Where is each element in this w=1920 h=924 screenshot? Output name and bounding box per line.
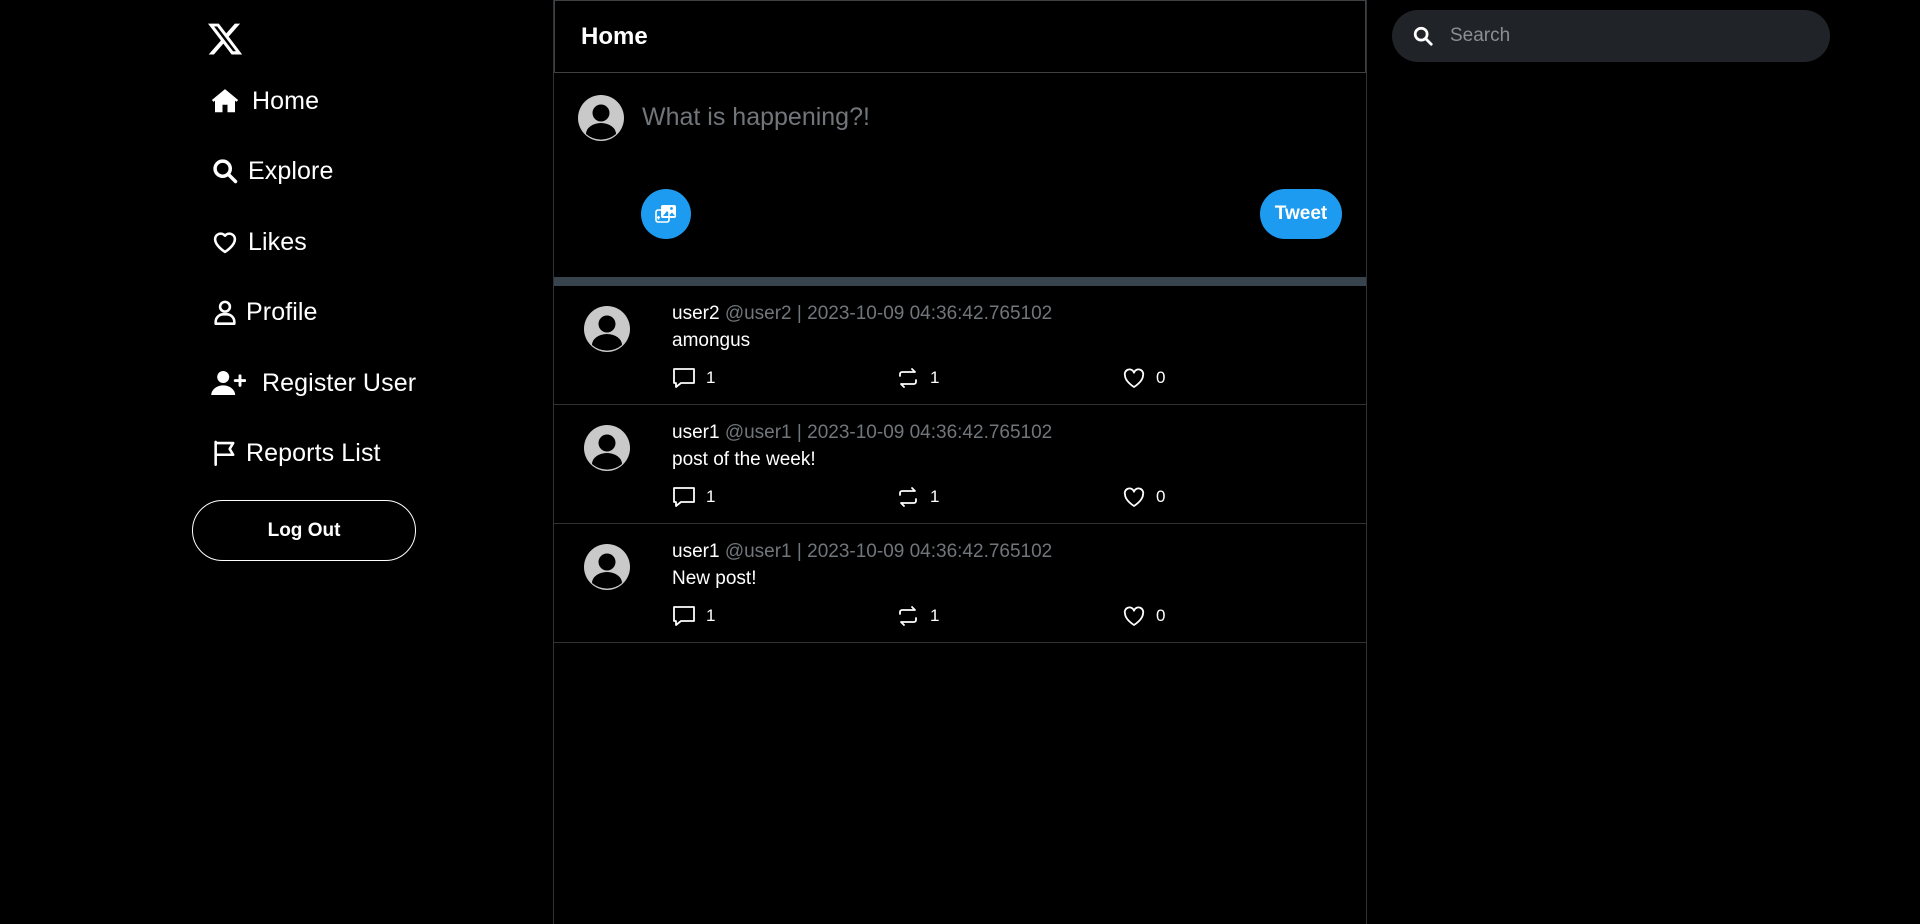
sidebar-item-label: Reports List xyxy=(246,438,381,467)
flag-icon xyxy=(208,436,242,470)
post-timestamp: 2023-10-09 04:36:42.765102 xyxy=(807,303,1053,324)
sidebar: Home Explore Likes Profile Register User… xyxy=(190,0,550,924)
sidebar-item-register-user[interactable]: Register User xyxy=(208,361,416,405)
post-timestamp: 2023-10-09 04:36:42.765102 xyxy=(807,541,1053,562)
post-handle[interactable]: @user2 xyxy=(725,303,792,324)
post-actions: 1 1 0 xyxy=(672,486,1172,512)
media-upload-button[interactable] xyxy=(641,189,691,239)
reply-count: 1 xyxy=(706,368,716,387)
retweet-icon xyxy=(896,367,920,389)
home-icon xyxy=(208,84,242,118)
avatar[interactable] xyxy=(584,306,630,357)
reply-count: 1 xyxy=(706,606,716,625)
post-text: New post! xyxy=(672,568,757,589)
post[interactable]: user1 @user1 | 2023-10-09 04:36:42.76510… xyxy=(554,524,1366,643)
sidebar-item-label: Home xyxy=(252,86,320,115)
comment-icon xyxy=(672,605,696,627)
post[interactable]: user2 @user2 | 2023-10-09 04:36:42.76510… xyxy=(554,286,1366,405)
like-button[interactable]: 0 xyxy=(1122,367,1165,389)
retweet-button[interactable]: 1 xyxy=(896,605,939,627)
post-username[interactable]: user1 xyxy=(672,422,720,443)
post-handle[interactable]: @user1 xyxy=(725,422,792,443)
post-actions: 1 1 0 xyxy=(672,605,1172,631)
like-button[interactable]: 0 xyxy=(1122,605,1165,627)
avatar[interactable] xyxy=(584,425,630,476)
post-actions: 1 1 0 xyxy=(672,367,1172,393)
sidebar-item-explore[interactable]: Explore xyxy=(208,149,333,193)
post[interactable]: user1 @user1 | 2023-10-09 04:36:42.76510… xyxy=(554,405,1366,524)
sidebar-item-reports-list[interactable]: Reports List xyxy=(208,431,381,475)
sidebar-item-home[interactable]: Home xyxy=(208,79,319,123)
like-count: 0 xyxy=(1156,368,1166,387)
sidebar-item-label: Explore xyxy=(248,156,334,185)
compose-input[interactable] xyxy=(640,93,1300,141)
search-bar[interactable] xyxy=(1392,10,1830,62)
reply-button[interactable]: 1 xyxy=(672,367,715,389)
post-handle[interactable]: @user1 xyxy=(725,541,792,562)
x-logo-icon[interactable] xyxy=(206,20,244,58)
comment-icon xyxy=(672,367,696,389)
search-icon xyxy=(1412,25,1434,47)
comment-icon xyxy=(672,486,696,508)
post-timestamp: 2023-10-09 04:36:42.765102 xyxy=(807,422,1053,443)
image-upload-icon xyxy=(654,202,678,226)
retweet-icon xyxy=(896,486,920,508)
sidebar-item-likes[interactable]: Likes xyxy=(208,220,307,264)
retweet-count: 1 xyxy=(930,487,940,506)
retweet-button[interactable]: 1 xyxy=(896,367,939,389)
post-separator: | xyxy=(796,541,802,562)
page-title: Home xyxy=(581,22,648,50)
compose-divider xyxy=(554,277,1366,286)
search-input[interactable] xyxy=(1448,24,1808,48)
retweet-count: 1 xyxy=(930,368,940,387)
reply-button[interactable]: 1 xyxy=(672,486,715,508)
feed: user2 @user2 | 2023-10-09 04:36:42.76510… xyxy=(554,286,1366,643)
heart-icon xyxy=(208,225,242,259)
reply-button[interactable]: 1 xyxy=(672,605,715,627)
sidebar-item-profile[interactable]: Profile xyxy=(208,290,318,334)
post-meta: user1 @user1 | 2023-10-09 04:36:42.76510… xyxy=(672,422,1052,444)
user-plus-icon xyxy=(208,366,248,400)
avatar[interactable] xyxy=(584,544,630,595)
reply-count: 1 xyxy=(706,487,716,506)
sidebar-item-label: Profile xyxy=(246,297,318,326)
main-column: Home Tweet user2 @user2 | 2023-10-09 04:… xyxy=(553,0,1367,924)
post-meta: user1 @user1 | 2023-10-09 04:36:42.76510… xyxy=(672,541,1052,563)
post-text: post of the week! xyxy=(672,449,816,470)
post-meta: user2 @user2 | 2023-10-09 04:36:42.76510… xyxy=(672,303,1052,325)
post-separator: | xyxy=(796,303,802,324)
retweet-count: 1 xyxy=(930,606,940,625)
user-icon xyxy=(208,295,242,329)
like-count: 0 xyxy=(1156,606,1166,625)
post-text: amongus xyxy=(672,330,751,351)
like-button[interactable]: 0 xyxy=(1122,486,1165,508)
heart-icon xyxy=(1122,367,1146,389)
retweet-icon xyxy=(896,605,920,627)
main-header: Home xyxy=(554,0,1366,73)
search-icon xyxy=(208,154,242,188)
retweet-button[interactable]: 1 xyxy=(896,486,939,508)
post-username[interactable]: user1 xyxy=(672,541,720,562)
logout-button[interactable]: Log Out xyxy=(192,500,416,561)
heart-icon xyxy=(1122,605,1146,627)
like-count: 0 xyxy=(1156,487,1166,506)
post-username[interactable]: user2 xyxy=(672,303,720,324)
avatar xyxy=(578,95,624,146)
sidebar-item-label: Register User xyxy=(262,368,417,397)
heart-icon xyxy=(1122,486,1146,508)
sidebar-item-label: Likes xyxy=(248,227,307,256)
tweet-button[interactable]: Tweet xyxy=(1260,189,1342,239)
post-separator: | xyxy=(796,422,802,443)
